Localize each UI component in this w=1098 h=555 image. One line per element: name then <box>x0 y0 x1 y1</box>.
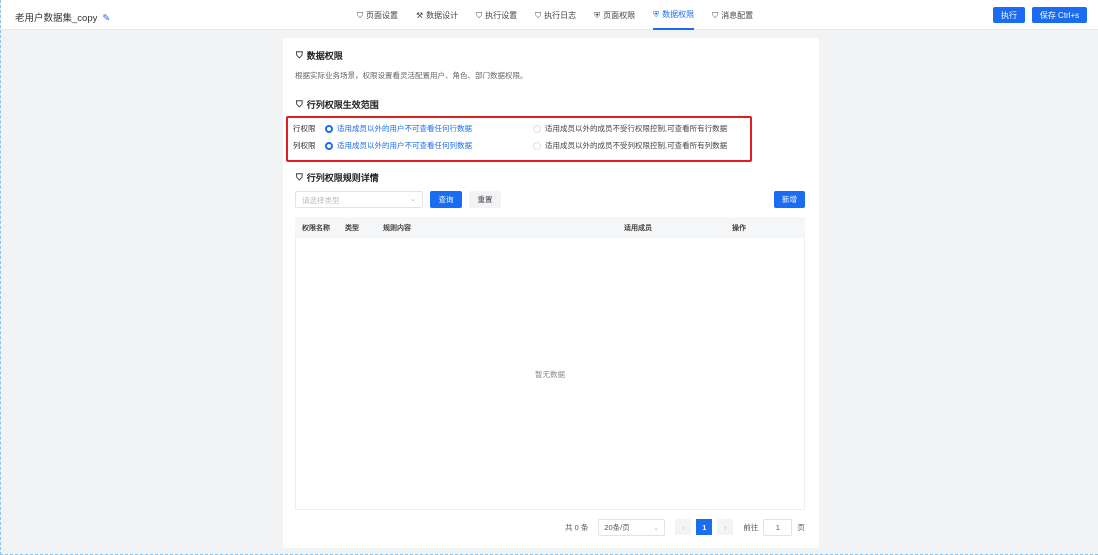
radio-row-restrict[interactable] <box>325 124 333 133</box>
pagination: 共 0 条 20条/页 ⌄ ‹ 1 › 前往 1 页 <box>565 518 805 536</box>
bookmark-icon: ⛉ <box>712 10 719 20</box>
shield-icon: ⛨ <box>594 10 601 20</box>
section-title: ⛉ 行列权限生效范围 <box>296 99 379 110</box>
shield-icon: ⛨ <box>653 9 660 19</box>
empty-text: 暂无数据 <box>535 370 565 379</box>
bookmark-icon: ⛉ <box>296 50 303 60</box>
reset-button[interactable]: 重置 <box>469 191 501 208</box>
top-bar: 老用户数据集_copy ✎ ⛉ 页面设置 ⚒ 数据设计 ⛉ 执行设置 ⛉ 执行日志 ⛨ 页面… <box>1 0 1098 30</box>
dataset-title: 老用户数据集_copy ✎ <box>15 13 111 24</box>
prev-page-button[interactable]: ‹ <box>675 519 692 535</box>
chevron-down-icon: ⌄ <box>653 522 660 532</box>
edit-icon[interactable]: ✎ <box>102 13 110 24</box>
bookmark-icon: ⛉ <box>476 10 483 20</box>
tab-message-config[interactable]: ⛉ 消息配置 <box>712 0 753 30</box>
design-icon: ⚒ <box>416 10 424 20</box>
tab-exec-settings[interactable]: ⛉ 执行设置 <box>476 0 517 30</box>
chevron-down-icon: ⌄ <box>409 194 416 203</box>
row-permission: 行权限 适用成员以外的用户不可查看任何行数据 适用成员以外的成员不受行权限控制,… <box>293 124 728 133</box>
run-button[interactable]: 执行 <box>993 7 1025 23</box>
section-title: ⛉ 数据权限 <box>296 50 343 61</box>
bookmark-icon: ⛉ <box>535 10 542 20</box>
query-button[interactable]: 查询 <box>430 191 462 208</box>
page-size-select[interactable]: 20条/页 ⌄ <box>598 518 666 536</box>
radio-column-restrict[interactable] <box>325 141 333 150</box>
save-button[interactable]: 保存 Ctrl+s <box>1032 7 1087 23</box>
table-header: 权限名称 类型 规则内容 适用成员 操作 <box>295 217 805 238</box>
tab-page-settings[interactable]: ⛉ 页面设置 <box>357 0 398 30</box>
tab-page-permission[interactable]: ⛨ 页面权限 <box>594 0 635 30</box>
table-body: 暂无数据 <box>295 238 805 510</box>
section-description: 根据实际业务场景，权限设置看灵活配置用户、角色、部门数据权限。 <box>295 71 528 80</box>
radio-column-allow[interactable] <box>533 141 541 150</box>
column-permission: 列权限 适用成员以外的用户不可查看任何列数据 适用成员以外的成员不受列权限控制,… <box>293 141 728 150</box>
radio-row-allow[interactable] <box>533 124 541 133</box>
goto-page-input[interactable]: 1 <box>763 518 793 536</box>
bookmark-icon: ⛉ <box>357 10 363 20</box>
tab-exec-log[interactable]: ⛉ 执行日志 <box>535 0 576 30</box>
tab-data-design[interactable]: ⚒ 数据设计 <box>416 0 458 30</box>
add-button[interactable]: 新增 <box>774 191 805 208</box>
section-title: ⛉ 行列权限规则详情 <box>296 172 379 183</box>
type-select[interactable]: 请选择类型 ⌄ <box>295 191 423 208</box>
bookmark-icon: ⛉ <box>296 172 303 182</box>
page-1[interactable]: 1 <box>696 519 713 535</box>
permission-card: ⛉ 数据权限 根据实际业务场景，权限设置看灵活配置用户、角色、部门数据权限。 ⛉ 行… <box>283 38 819 548</box>
next-page-button[interactable]: › <box>717 519 734 535</box>
tab-data-permission[interactable]: ⛨ 数据权限 <box>653 0 695 30</box>
bookmark-icon: ⛉ <box>296 99 303 109</box>
tab-bar: ⛉ 页面设置 ⚒ 数据设计 ⛉ 执行设置 ⛉ 执行日志 ⛨ 页面权限 ⛨ 数据权限 ⛉ 消息配… <box>357 0 771 30</box>
